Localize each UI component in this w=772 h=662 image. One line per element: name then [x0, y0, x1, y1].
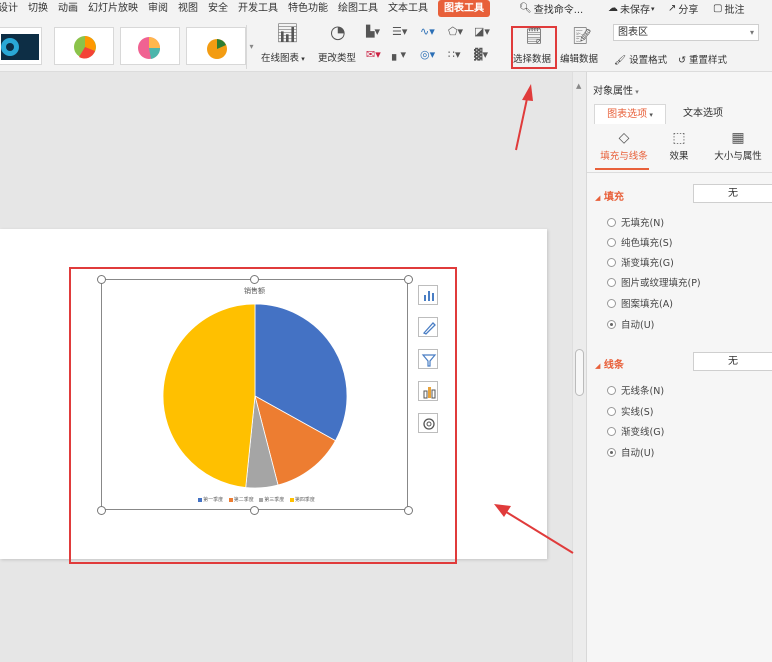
radio-pattern-fill[interactable]: 图案填充(A) [607, 296, 673, 310]
radio-auto-fill-label: 自动(U) [621, 320, 655, 331]
line-section-header[interactable]: ◢ 线条 [595, 356, 624, 371]
gear-icon [423, 418, 435, 430]
subtab-effects-label: 效果 [669, 151, 689, 162]
chart-settings-button[interactable] [418, 413, 438, 433]
paint-bucket-icon: ◇ [618, 130, 630, 146]
radio-gradient-fill-label: 渐变填充(G) [621, 258, 674, 269]
radio-picture-fill[interactable]: 图片或纹理填充(P) [607, 275, 701, 289]
collapse-icon: ◢ [595, 362, 601, 370]
radio-solid-line-label: 实线(S) [621, 407, 654, 418]
radio-circle [607, 426, 616, 436]
subtab-size-properties[interactable]: ▦ 大小与属性 [705, 128, 771, 162]
radio-auto-line-label: 自动(U) [621, 448, 655, 459]
app-window: 设计 切换 动画 幻灯片放映 审阅 视图 安全 开发工具 特色功能 绘图工具 文… [0, 0, 772, 662]
radio-solid-fill[interactable]: 纯色填充(S) [607, 235, 672, 249]
radio-no-line-label: 无线条(N) [621, 386, 665, 397]
online-chart-float-button[interactable] [418, 381, 438, 401]
fill-value-select[interactable]: 无 [693, 184, 772, 203]
legend-swatch-3 [259, 497, 264, 502]
radio-solid-line[interactable]: 实线(S) [607, 404, 653, 418]
radio-circle-selected [607, 447, 616, 457]
legend-swatch-1 [198, 497, 203, 502]
chart-style-button[interactable] [418, 317, 438, 337]
subtab-size-properties-label: 大小与属性 [714, 151, 762, 162]
active-subtab-indicator [595, 168, 649, 170]
legend-label-1: 第一季度 [203, 497, 224, 503]
tab-text-options[interactable]: 文本选项 [683, 104, 723, 124]
chart-filter-button[interactable] [418, 349, 438, 369]
filter-icon [421, 354, 437, 367]
divider [587, 172, 772, 173]
radio-circle [607, 406, 616, 416]
tab-chart-options-label: 图表选项 [607, 109, 648, 120]
chevron-down-icon: ▾ [633, 88, 639, 96]
legend-label-3: 第三季度 [264, 497, 285, 503]
size-icon: ▦ [731, 130, 745, 146]
collapse-icon: ◢ [595, 194, 601, 202]
radio-pattern-fill-label: 图案填充(A) [621, 299, 673, 310]
pane-title-label: 对象属性 [593, 86, 633, 97]
line-value-select[interactable]: 无 [693, 352, 772, 371]
radio-gradient-line-label: 渐变线(G) [621, 427, 665, 438]
legend-label-2: 第二季度 [233, 497, 254, 503]
radio-gradient-line[interactable]: 渐变线(G) [607, 424, 664, 438]
legend-swatch-4 [289, 497, 294, 502]
chart-legend[interactable]: 第一季度 第二季度 第三季度 第四季度 [101, 496, 408, 503]
radio-no-line[interactable]: 无线条(N) [607, 383, 664, 397]
subtab-fill-line-label: 填充与线条 [600, 151, 648, 162]
radio-circle [607, 385, 616, 395]
line-section-title: 线条 [603, 360, 624, 371]
radio-picture-fill-label: 图片或纹理填充(P) [621, 278, 701, 289]
chart-elements-button[interactable] [418, 285, 438, 305]
brush-icon [422, 322, 436, 335]
radio-circle [607, 217, 616, 227]
subtab-effects[interactable]: ⬚ 效果 [661, 128, 697, 162]
radio-circle [607, 298, 616, 308]
legend-swatch-2 [228, 497, 233, 502]
effects-icon: ⬚ [672, 130, 686, 146]
online-chart-icon [423, 387, 436, 399]
pie-slice-4[interactable] [162, 303, 256, 488]
legend-label-4: 第四季度 [294, 497, 315, 503]
radio-auto-line[interactable]: 自动(U) [607, 445, 654, 459]
fill-section-title: 填充 [603, 192, 624, 203]
pane-title[interactable]: 对象属性 ▾ [593, 82, 639, 97]
radio-circle [607, 257, 616, 267]
chart-elements-icon [424, 291, 434, 301]
radio-solid-fill-label: 纯色填充(S) [621, 238, 673, 249]
chevron-down-icon: ▾ [647, 111, 653, 119]
property-subtabs: ◇ 填充与线条 ⬚ 效果 ▦ 大小与属性 [587, 128, 772, 168]
fill-section-header[interactable]: ◢ 填充 [595, 188, 624, 203]
object-properties-pane: 对象属性 ▾ 图表选项 ▾ 文本选项 ◇ 填充与线条 ⬚ 效果 ▦ 大小与属性 … [586, 72, 772, 662]
radio-gradient-fill[interactable]: 渐变填充(G) [607, 255, 674, 269]
radio-no-fill-label: 无填充(N) [621, 218, 665, 229]
tab-chart-options[interactable]: 图表选项 ▾ [594, 104, 666, 124]
radio-no-fill[interactable]: 无填充(N) [607, 215, 664, 229]
radio-auto-fill[interactable]: 自动(U) [607, 317, 654, 331]
radio-circle-selected [607, 319, 616, 329]
radio-circle [607, 237, 616, 247]
radio-circle [607, 277, 616, 287]
subtab-fill-line[interactable]: ◇ 填充与线条 [593, 128, 655, 162]
